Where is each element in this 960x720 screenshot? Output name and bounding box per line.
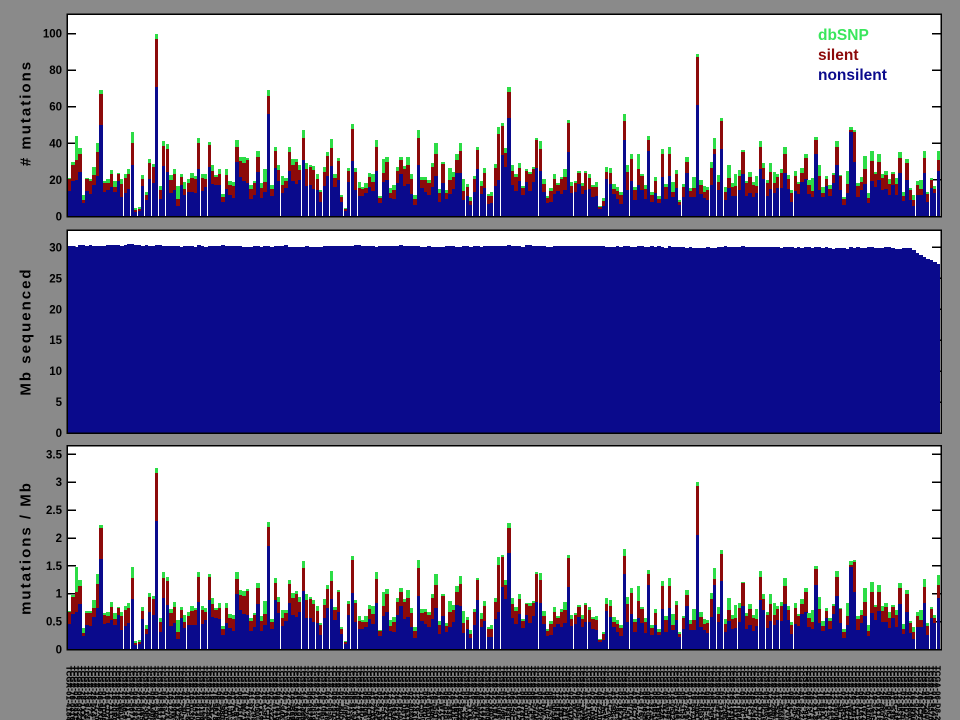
svg-text:30: 30 — [49, 242, 62, 254]
svg-text:0.5: 0.5 — [46, 617, 63, 629]
svg-text:0: 0 — [56, 645, 62, 657]
svg-text:3: 3 — [56, 477, 62, 489]
svg-text:80: 80 — [49, 65, 62, 77]
svg-text:20: 20 — [49, 175, 62, 187]
svg-text:20: 20 — [49, 304, 62, 316]
svg-text:1: 1 — [56, 589, 63, 601]
svg-text:2.5: 2.5 — [46, 505, 63, 517]
svg-text:TCGA-06-D8-25755721137-87019: TCGA-06-D8-25755721137-87019 — [934, 666, 943, 720]
svg-text:3.5: 3.5 — [46, 449, 63, 461]
svg-text:100: 100 — [43, 29, 62, 41]
svg-text:Mb sequenced: Mb sequenced — [18, 267, 35, 395]
svg-text:silent: silent — [818, 47, 858, 64]
svg-text:60: 60 — [49, 102, 62, 114]
svg-text:dbSNP: dbSNP — [818, 27, 869, 44]
svg-text:5: 5 — [56, 397, 63, 409]
svg-text:nonsilent: nonsilent — [818, 67, 887, 84]
svg-text:1.5: 1.5 — [46, 561, 63, 573]
svg-text:40: 40 — [49, 138, 62, 150]
svg-text:0: 0 — [56, 212, 62, 224]
svg-text:15: 15 — [49, 335, 62, 347]
svg-text:2: 2 — [56, 533, 62, 545]
svg-text:25: 25 — [49, 273, 62, 285]
svg-text:mutations / Mb: mutations / Mb — [18, 481, 35, 615]
svg-text:0: 0 — [56, 428, 62, 440]
svg-text:10: 10 — [49, 366, 62, 378]
svg-text:# mutations: # mutations — [18, 60, 35, 166]
